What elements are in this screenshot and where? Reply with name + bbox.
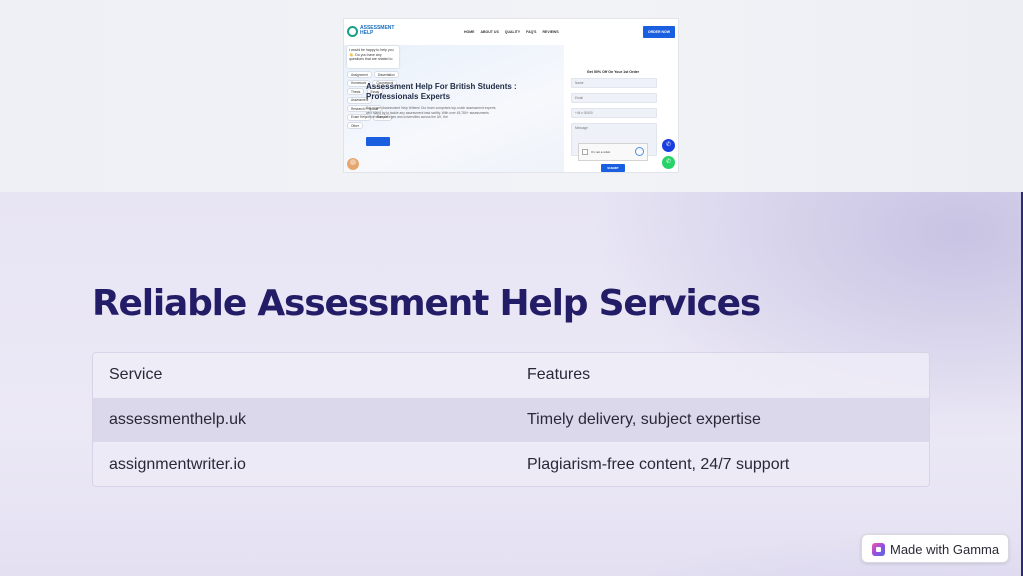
website-screenshot: ASSESSMENT HELP HOME ABOUT US QUALITY FA…: [343, 18, 679, 173]
order-now-button[interactable]: ORDER NOW: [643, 26, 675, 38]
chip-assignment[interactable]: Assignment: [347, 71, 372, 78]
table-cell-features: Plagiarism-free content, 24/7 support: [527, 456, 790, 473]
phone-call-icon[interactable]: ✆: [662, 139, 675, 152]
nav-link-faqs[interactable]: FAQ'S: [526, 30, 536, 34]
chat-bubble: I would be happy to help you 👋. Do you h…: [347, 46, 399, 68]
table-cell-features: Timely delivery, subject expertise: [527, 411, 761, 428]
chip-other[interactable]: Other: [347, 122, 363, 129]
site-logo-text: ASSESSMENT HELP: [360, 25, 395, 36]
recaptcha-label: I'm not a robot: [591, 150, 611, 154]
table-cell-service: assignmentwriter.io: [109, 456, 246, 473]
gamma-badge-label: Made with Gamma: [890, 542, 1000, 557]
header-features: Features: [527, 366, 591, 383]
nav-link-about[interactable]: ABOUT US: [481, 30, 499, 34]
table-row: assessmenthelp.uk Timely delivery, subje…: [93, 398, 929, 442]
form-title: Get 50% Off On Your 1st Order: [586, 70, 640, 74]
email-field[interactable]: Email: [571, 93, 657, 103]
recaptcha-logo-icon: [635, 147, 644, 156]
header-service: Service: [109, 366, 163, 383]
recaptcha-widget[interactable]: I'm not a robot: [578, 143, 648, 161]
site-hero-title: Assessment Help For British Students : P…: [366, 82, 517, 101]
table-header-row: Service Features: [93, 353, 929, 397]
chip-thesis[interactable]: Thesis: [347, 88, 365, 95]
made-with-gamma-badge[interactable]: Made with Gamma: [861, 534, 1009, 563]
site-nav: ASSESSMENT HELP HOME ABOUT US QUALITY FA…: [344, 19, 678, 45]
nav-link-home[interactable]: HOME: [464, 30, 475, 34]
name-field[interactable]: Name: [571, 78, 657, 88]
submit-button[interactable]: SUBMIT: [601, 164, 625, 172]
whatsapp-icon[interactable]: ✆: [662, 156, 675, 169]
gamma-logo-icon: [872, 543, 885, 556]
table-cell-service: assessmenthelp.uk: [109, 411, 246, 428]
chat-agent-avatar: [347, 158, 359, 170]
site-hero-text: Get expert Assessment Help Writers! Our …: [366, 106, 496, 120]
services-table: Service Features assessmenthelp.uk Timel…: [92, 352, 930, 487]
nav-link-reviews[interactable]: REVIEWS: [543, 30, 559, 34]
slide-title: Reliable Assessment Help Services: [92, 283, 761, 324]
chip-dissertation[interactable]: Dissertation: [373, 71, 399, 78]
site-nav-links: HOME ABOUT US QUALITY FAQ'S REVIEWS: [464, 30, 559, 34]
recaptcha-checkbox[interactable]: [582, 149, 588, 155]
site-logo-icon: [347, 26, 358, 37]
table-row: assignmentwriter.io Plagiarism-free cont…: [93, 443, 929, 486]
site-hero-cta-button[interactable]: [366, 137, 390, 146]
nav-link-quality[interactable]: QUALITY: [505, 30, 520, 34]
phone-field[interactable]: +44 ▾ 00000: [571, 108, 657, 118]
